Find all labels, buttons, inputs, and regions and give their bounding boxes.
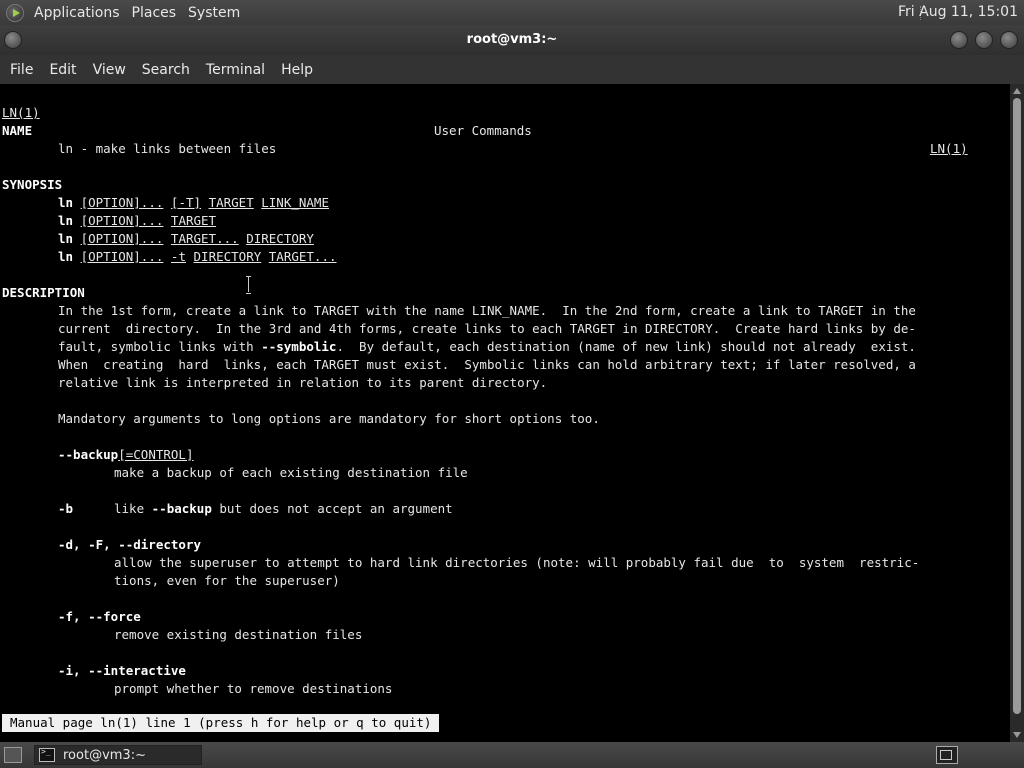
option-directory-desc: tions, even for the superuser)	[114, 573, 340, 588]
description-line: fault, symbolic links with --symbolic. B…	[58, 339, 916, 354]
mandatory-note: Mandatory arguments to long options are …	[58, 411, 600, 426]
synopsis-line: ln [OPTION]... -t DIRECTORY TARGET...	[58, 249, 337, 264]
description-heading: DESCRIPTION	[2, 285, 85, 300]
places-menu[interactable]: Places	[128, 5, 185, 21]
option-interactive-desc: prompt whether to remove destinations	[114, 681, 393, 696]
workspace-switcher-icon[interactable]	[936, 746, 958, 764]
description-line: current directory. In the 3rd and 4th fo…	[58, 321, 916, 336]
top-panel: Applications Places System Fri Aug 11, 1…	[0, 0, 1024, 25]
system-menu[interactable]: System	[184, 5, 248, 21]
name-text: ln - make links between files	[58, 141, 277, 156]
scroll-down-arrow-icon[interactable]	[1013, 732, 1021, 738]
menu-edit[interactable]: Edit	[41, 62, 84, 78]
description-line: relative link is interpreted in relation…	[58, 375, 548, 390]
window-title: root@vm3:~	[466, 32, 558, 47]
taskbar-window-button[interactable]: root@vm3:~	[34, 745, 202, 765]
description-line: In the 1st form, create a link to TARGET…	[58, 303, 916, 318]
window-titlebar[interactable]: root@vm3:~	[0, 25, 1024, 55]
option-backup-desc: make a backup of each existing destinati…	[114, 465, 468, 480]
option-directory-desc: allow the superuser to attempt to hard l…	[114, 555, 920, 570]
synopsis-heading: SYNOPSIS	[2, 177, 63, 192]
synopsis-line: ln [OPTION]... [-T] TARGET LINK_NAME	[58, 195, 329, 210]
man-header: LN(1) User Commands LN(1)	[2, 86, 970, 156]
option-interactive: -i, --interactive	[58, 663, 186, 678]
scrollbar-thumb[interactable]	[1013, 98, 1021, 714]
option-force: -f, --force	[58, 609, 141, 624]
menu-help[interactable]: Help	[273, 62, 321, 78]
option-b: -b	[58, 501, 74, 516]
terminal-scrollbar[interactable]	[1010, 84, 1024, 742]
synopsis-line: ln [OPTION]... TARGET... DIRECTORY	[58, 231, 314, 246]
bottom-panel: root@vm3:~	[0, 742, 1024, 768]
synopsis-line: ln [OPTION]... TARGET	[58, 213, 217, 228]
distro-logo-icon[interactable]	[6, 3, 24, 22]
pager-status-line: Manual page ln(1) line 1 (press h for he…	[2, 714, 440, 732]
option-backup: --backup[=CONTROL]	[58, 447, 194, 462]
terminal-area[interactable]: LN(1) User Commands LN(1) NAME ln - make…	[0, 84, 1010, 742]
header-center: User Commands	[434, 123, 532, 138]
maximize-icon[interactable]	[975, 31, 993, 49]
header-right: LN(1)	[930, 141, 968, 156]
taskbar-window-label: root@vm3:~	[63, 747, 146, 763]
clock[interactable]: Fri Aug 11, 15:01	[898, 4, 1018, 20]
terminal-icon	[39, 747, 55, 762]
minimize-icon[interactable]	[950, 31, 968, 49]
applications-menu[interactable]: Applications	[30, 5, 128, 21]
text-cursor-icon	[246, 276, 252, 294]
menu-terminal[interactable]: Terminal	[198, 62, 273, 78]
window-menu-icon[interactable]	[4, 31, 22, 49]
name-heading: NAME	[2, 123, 33, 138]
option-b-desc: like --backup but does not accept an arg…	[114, 501, 453, 516]
show-desktop-icon[interactable]	[4, 747, 22, 763]
terminal-menubar: File Edit View Search Terminal Help	[0, 55, 1024, 84]
description-line: When creating hard links, each TARGET mu…	[58, 357, 916, 372]
close-icon[interactable]	[1000, 31, 1018, 49]
option-directory: -d, -F, --directory	[58, 537, 201, 552]
header-left: LN(1)	[2, 105, 40, 120]
menu-search[interactable]: Search	[134, 62, 198, 78]
menu-file[interactable]: File	[2, 62, 41, 78]
option-force-desc: remove existing destination files	[114, 627, 363, 642]
menu-view[interactable]: View	[85, 62, 134, 78]
scroll-up-arrow-icon[interactable]	[1013, 88, 1021, 94]
